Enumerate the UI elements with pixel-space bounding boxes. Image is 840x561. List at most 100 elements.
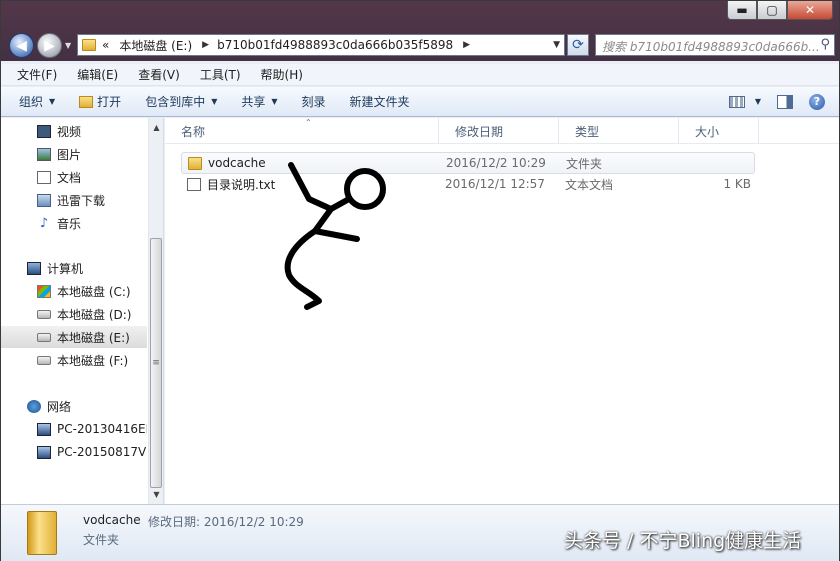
maximize-button[interactable]: ▢: [757, 1, 787, 20]
sidebar-item-label: 网络: [47, 399, 72, 414]
column-name[interactable]: 名称 ⌃: [165, 118, 439, 144]
chevron-down-icon: ▼: [754, 97, 761, 106]
new-folder-button[interactable]: 新建文件夹: [350, 93, 410, 110]
scrollbar-thumb[interactable]: ≡: [150, 238, 162, 488]
sort-ascending-icon: ⌃: [305, 118, 312, 127]
file-list: 名称 ⌃ 修改日期 类型 大小 vodcache 2016/12/2 10:29 …: [165, 118, 839, 504]
sidebar-item-videos[interactable]: 视频: [1, 120, 147, 142]
scroll-down-icon[interactable]: ▼: [149, 487, 164, 502]
file-size: 1 KB: [723, 177, 751, 191]
recent-pages-dropdown[interactable]: ▼: [65, 41, 75, 50]
sidebar-item-label: 计算机: [47, 261, 84, 276]
details-modified-label: 修改日期:: [148, 515, 201, 529]
menu-file[interactable]: 文件(F): [12, 64, 62, 85]
minimize-button[interactable]: ▬: [727, 1, 757, 20]
chevron-down-icon: ▼: [49, 97, 56, 106]
menu-help[interactable]: 帮助(H): [256, 64, 308, 85]
pictures-icon: [37, 147, 51, 161]
sidebar-item-drive-f[interactable]: 本地磁盘 (F:): [1, 349, 147, 371]
sidebar-item-label: 本地磁盘 (E:): [57, 330, 130, 345]
open-button[interactable]: 打开: [79, 93, 121, 110]
column-label: 类型: [575, 124, 600, 139]
sidebar-item-label: 本地磁盘 (D:): [57, 307, 132, 322]
organize-label: 组织: [19, 95, 44, 109]
include-library-button[interactable]: 包含到库中 ▼: [145, 93, 217, 110]
forward-button[interactable]: ▶: [37, 33, 62, 58]
address-dropdown-icon[interactable]: ▼: [553, 40, 560, 50]
sidebar-item-music[interactable]: ♪ 音乐: [1, 212, 147, 234]
open-folder-icon: [79, 95, 94, 108]
refresh-button[interactable]: ⟳: [567, 34, 589, 56]
computer-icon: [37, 422, 51, 436]
details-modified-value: 2016/12/2 10:29: [203, 515, 304, 529]
sidebar-item-network[interactable]: 网络: [1, 395, 147, 417]
file-modified: 2016/12/2 10:29: [446, 156, 546, 170]
sidebar-item-documents[interactable]: 文档: [1, 166, 147, 188]
column-label: 名称: [181, 124, 206, 139]
file-modified: 2016/12/1 12:57: [445, 177, 545, 191]
column-label: 大小: [695, 124, 720, 139]
sidebar-item-downloads[interactable]: 迅雷下载: [1, 189, 147, 211]
watermark: 头条号 / 不宁Bling健康生活: [564, 530, 802, 552]
back-button[interactable]: ◀: [9, 33, 34, 58]
sidebar-item-pictures[interactable]: 图片: [1, 143, 147, 165]
menu-bar: 文件(F) 编辑(E) 查看(V) 工具(T) 帮助(H): [1, 64, 839, 86]
sidebar-scrollbar[interactable]: ▲ ≡ ▼: [148, 118, 163, 504]
chevron-down-icon: ▼: [271, 97, 278, 106]
sidebar-item-label: 视频: [57, 124, 82, 139]
breadcrumb-drive[interactable]: 本地磁盘 (E:): [119, 37, 192, 54]
column-size[interactable]: 大小: [679, 118, 759, 144]
sidebar-item-drive-c[interactable]: 本地磁盘 (C:): [1, 280, 147, 302]
menu-tools[interactable]: 工具(T): [195, 64, 246, 85]
breadcrumb-folder[interactable]: b710b01fd4988893c0da666b035f5898: [217, 38, 453, 52]
menu-view[interactable]: 查看(V): [133, 64, 185, 85]
sidebar-item-drive-e[interactable]: 本地磁盘 (E:): [1, 326, 147, 348]
stick-figure-drawing: [284, 162, 386, 310]
menu-edit[interactable]: 编辑(E): [72, 64, 123, 85]
file-name: vodcache: [208, 156, 266, 170]
include-library-label: 包含到库中: [145, 95, 206, 109]
close-button[interactable]: ✕: [787, 1, 833, 20]
share-label: 共享: [241, 95, 266, 109]
search-input[interactable]: 搜索 b710b01fd4988893c0da666b... ⚲: [595, 34, 835, 56]
breadcrumb-arrow-icon[interactable]: ▶: [202, 40, 209, 50]
help-icon[interactable]: ?: [809, 93, 825, 110]
share-button[interactable]: 共享 ▼: [241, 93, 277, 110]
navigation-bar: ◀ ▶ ▼ « 本地磁盘 (E:) ▶ b710b01fd4988893c0da…: [7, 31, 835, 59]
sidebar-item-label: 本地磁盘 (F:): [57, 353, 129, 368]
breadcrumb-arrow-icon[interactable]: ▶: [463, 40, 470, 50]
sidebar-item-label: PC-20130416EII: [57, 422, 147, 436]
sidebar-item-label: 本地磁盘 (C:): [57, 284, 131, 299]
search-icon[interactable]: ⚲: [820, 37, 830, 52]
column-type[interactable]: 类型: [559, 118, 679, 144]
sidebar-item-pc-1[interactable]: PC-20130416EII: [1, 418, 147, 440]
burn-label: 刻录: [301, 95, 326, 109]
drive-icon: [37, 332, 51, 342]
title-bar: ▬ ▢ ✕: [1, 1, 839, 31]
column-modified[interactable]: 修改日期: [439, 118, 559, 144]
open-label: 打开: [97, 95, 122, 109]
address-bar[interactable]: « 本地磁盘 (E:) ▶ b710b01fd4988893c0da666b03…: [77, 34, 565, 56]
file-row[interactable]: 目录说明.txt 2016/12/1 12:57 文本文档 1 KB: [181, 173, 755, 195]
address-chevron[interactable]: «: [102, 38, 109, 52]
sidebar-item-pc-2[interactable]: PC-20150817VF: [1, 441, 147, 463]
sidebar-item-drive-d[interactable]: 本地磁盘 (D:): [1, 303, 147, 325]
documents-icon: [37, 170, 51, 184]
column-label: 修改日期: [455, 124, 504, 139]
computer-icon: [37, 445, 51, 459]
scroll-up-icon[interactable]: ▲: [149, 120, 164, 135]
folder-icon: [82, 39, 96, 51]
computer-icon: [27, 261, 41, 275]
drive-icon: [37, 355, 51, 365]
details-modified: 修改日期: 2016/12/2 10:29: [148, 513, 304, 530]
details-type: 文件夹: [83, 533, 120, 547]
burn-button[interactable]: 刻录: [302, 93, 326, 110]
file-row[interactable]: vodcache 2016/12/2 10:29 文件夹: [181, 152, 755, 174]
organize-button[interactable]: 组织 ▼: [19, 93, 55, 110]
drive-icon: [37, 309, 51, 319]
sidebar-item-computer[interactable]: 计算机: [1, 257, 147, 279]
view-options-button[interactable]: ▼: [728, 95, 761, 108]
preview-pane-icon[interactable]: [777, 94, 793, 109]
text-file-icon: [187, 177, 201, 191]
details-name: vodcache: [83, 513, 141, 527]
